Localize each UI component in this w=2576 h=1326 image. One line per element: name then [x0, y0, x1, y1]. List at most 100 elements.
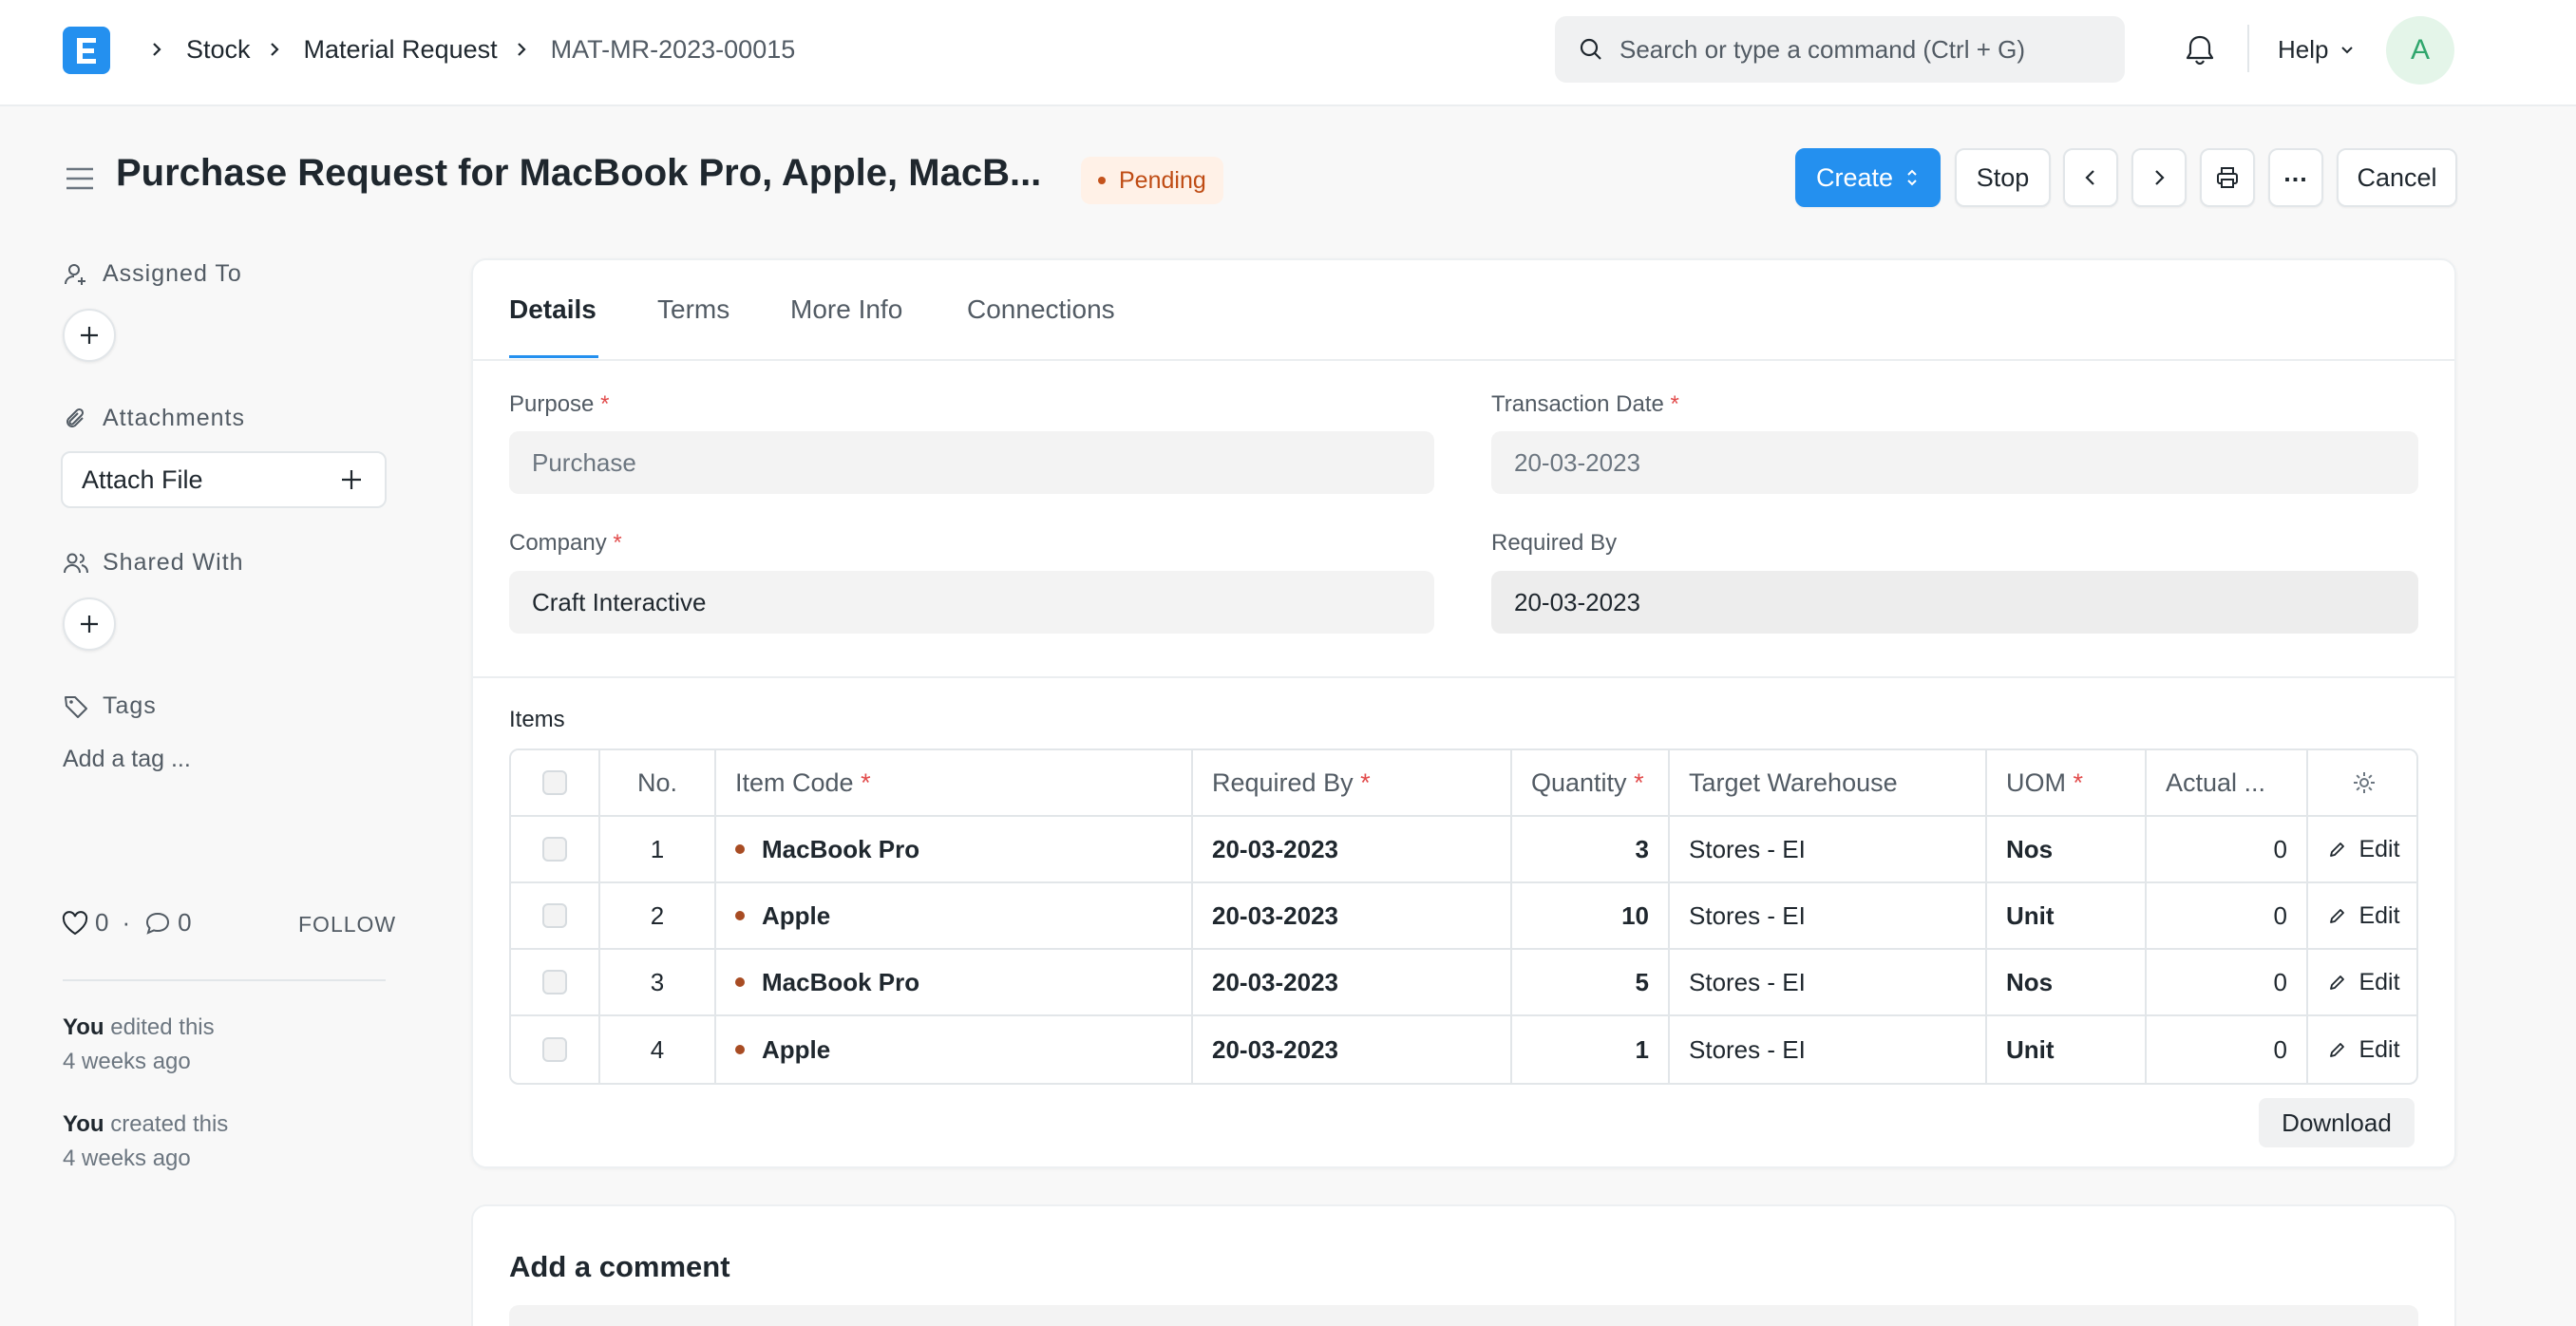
comment-icon[interactable]: [143, 909, 172, 938]
previous-doc-button[interactable]: [2063, 148, 2118, 207]
row-checkbox[interactable]: [542, 837, 567, 862]
breadcrumb-material-request[interactable]: Material Request: [304, 35, 498, 65]
purpose-field[interactable]: Purchase: [509, 431, 1434, 494]
table-row[interactable]: 2 Apple 20-03-2023 10 Stores - EI Unit 0…: [511, 883, 2416, 950]
row-no: 1: [600, 817, 716, 881]
row-edit-button[interactable]: Edit: [2308, 1016, 2416, 1083]
avatar[interactable]: A: [2386, 16, 2454, 85]
select-all-checkbox[interactable]: [542, 770, 567, 795]
row-item-code[interactable]: MacBook Pro: [716, 817, 1193, 881]
tab-more-info[interactable]: More Info: [790, 294, 902, 325]
add-tag-link[interactable]: Add a tag ...: [63, 746, 191, 773]
row-item-code[interactable]: Apple: [716, 883, 1193, 948]
row-uom[interactable]: Unit: [1987, 883, 2147, 948]
item-status-dot: [735, 977, 745, 987]
add-share-button[interactable]: [63, 597, 116, 651]
purpose-label: Purpose *: [509, 391, 609, 418]
likes-count: 0: [95, 908, 109, 937]
row-select-cell: [511, 950, 600, 1014]
create-button[interactable]: Create: [1795, 148, 1941, 207]
cancel-button[interactable]: Cancel: [2337, 148, 2457, 207]
row-actual: 0: [2147, 883, 2308, 948]
row-warehouse[interactable]: Stores - EI: [1670, 817, 1987, 881]
row-checkbox[interactable]: [542, 1037, 567, 1062]
comment-input[interactable]: [509, 1305, 2418, 1326]
row-warehouse[interactable]: Stores - EI: [1670, 1016, 1987, 1083]
col-actual: Actual ...: [2147, 750, 2308, 815]
col-required-by: Required By *: [1193, 750, 1512, 815]
row-actual: 0: [2147, 950, 2308, 1014]
search-input[interactable]: Search or type a command (Ctrl + G): [1555, 16, 2125, 83]
breadcrumb-current-doc[interactable]: MAT-MR-2023-00015: [551, 35, 796, 65]
required-by-label: Required By: [1491, 530, 1618, 556]
row-quantity[interactable]: 3: [1512, 817, 1670, 881]
row-quantity[interactable]: 5: [1512, 950, 1670, 1014]
row-quantity[interactable]: 10: [1512, 883, 1670, 948]
activity-actor: You: [63, 1014, 104, 1040]
app-logo[interactable]: [63, 27, 110, 74]
heart-icon[interactable]: [61, 909, 89, 938]
row-checkbox[interactable]: [542, 903, 567, 928]
stop-label: Stop: [1976, 162, 2030, 192]
transaction-date-field[interactable]: 20-03-2023: [1491, 431, 2418, 494]
activity-item: You created this 4 weeks ago: [63, 1108, 228, 1176]
row-checkbox[interactable]: [542, 970, 567, 994]
tab-terms[interactable]: Terms: [657, 294, 729, 325]
tab-details[interactable]: Details: [509, 294, 597, 325]
sidebar-toggle-icon[interactable]: [63, 161, 97, 196]
row-uom[interactable]: Nos: [1987, 817, 2147, 881]
row-warehouse[interactable]: Stores - EI: [1670, 950, 1987, 1014]
table-row[interactable]: 3 MacBook Pro 20-03-2023 5 Stores - EI N…: [511, 950, 2416, 1016]
required-marker: *: [1670, 391, 1679, 417]
table-row[interactable]: 4 Apple 20-03-2023 1 Stores - EI Unit 0 …: [511, 1016, 2416, 1083]
gear-icon[interactable]: [2351, 769, 2377, 796]
chevron-left-icon: [2085, 170, 2094, 185]
pencil-icon: [2330, 843, 2345, 857]
row-edit-button[interactable]: Edit: [2308, 950, 2416, 1014]
help-label: Help: [2278, 34, 2329, 64]
attach-file-button[interactable]: Attach File: [61, 451, 387, 508]
row-required-by[interactable]: 20-03-2023: [1193, 883, 1512, 948]
download-button[interactable]: Download: [2259, 1098, 2415, 1147]
breadcrumb: Stock Material Request MAT-MR-2023-00015: [133, 28, 795, 70]
row-quantity[interactable]: 1: [1512, 1016, 1670, 1083]
tab-connections[interactable]: Connections: [967, 294, 1115, 325]
attachments-heading: Attachments: [63, 405, 245, 432]
breadcrumb-stock[interactable]: Stock: [186, 35, 251, 65]
assigned-to-label: Assigned To: [103, 260, 242, 287]
row-edit-button[interactable]: Edit: [2308, 883, 2416, 948]
company-field[interactable]: Craft Interactive: [509, 571, 1434, 634]
notification-bell-icon[interactable]: [2181, 30, 2219, 68]
item-code-text: MacBook Pro: [762, 834, 920, 863]
row-item-code[interactable]: Apple: [716, 1016, 1193, 1083]
items-label: Items: [509, 707, 565, 732]
plus-icon: [81, 327, 98, 344]
edit-link: Edit: [2328, 902, 2400, 930]
row-required-by[interactable]: 20-03-2023: [1193, 950, 1512, 1014]
row-uom[interactable]: Unit: [1987, 1016, 2147, 1083]
stop-button[interactable]: Stop: [1955, 148, 2051, 207]
row-warehouse[interactable]: Stores - EI: [1670, 883, 1987, 948]
print-button[interactable]: [2200, 148, 2255, 207]
row-required-by[interactable]: 20-03-2023: [1193, 1016, 1512, 1083]
col-quantity-text: Quantity: [1531, 767, 1627, 797]
help-dropdown[interactable]: Help: [2278, 30, 2357, 68]
more-actions-button[interactable]: ...: [2268, 148, 2323, 207]
section-divider: [473, 676, 2454, 678]
edit-link: Edit: [2328, 969, 2400, 996]
row-uom[interactable]: Nos: [1987, 950, 2147, 1014]
item-code-text: MacBook Pro: [762, 967, 920, 996]
row-edit-button[interactable]: Edit: [2308, 817, 2416, 881]
add-assignee-button[interactable]: [63, 309, 116, 362]
required-marker: *: [861, 767, 871, 797]
row-no: 4: [600, 1016, 716, 1083]
follow-button[interactable]: FOLLOW: [298, 912, 396, 938]
row-item-code[interactable]: MacBook Pro: [716, 950, 1193, 1014]
next-doc-button[interactable]: [2131, 148, 2187, 207]
table-row[interactable]: 1 MacBook Pro 20-03-2023 3 Stores - EI N…: [511, 817, 2416, 883]
pencil-icon: [2330, 909, 2345, 923]
item-code-text: Apple: [762, 900, 831, 930]
users-icon: [64, 553, 88, 573]
row-required-by[interactable]: 20-03-2023: [1193, 817, 1512, 881]
required-by-field[interactable]: 20-03-2023: [1491, 571, 2418, 634]
